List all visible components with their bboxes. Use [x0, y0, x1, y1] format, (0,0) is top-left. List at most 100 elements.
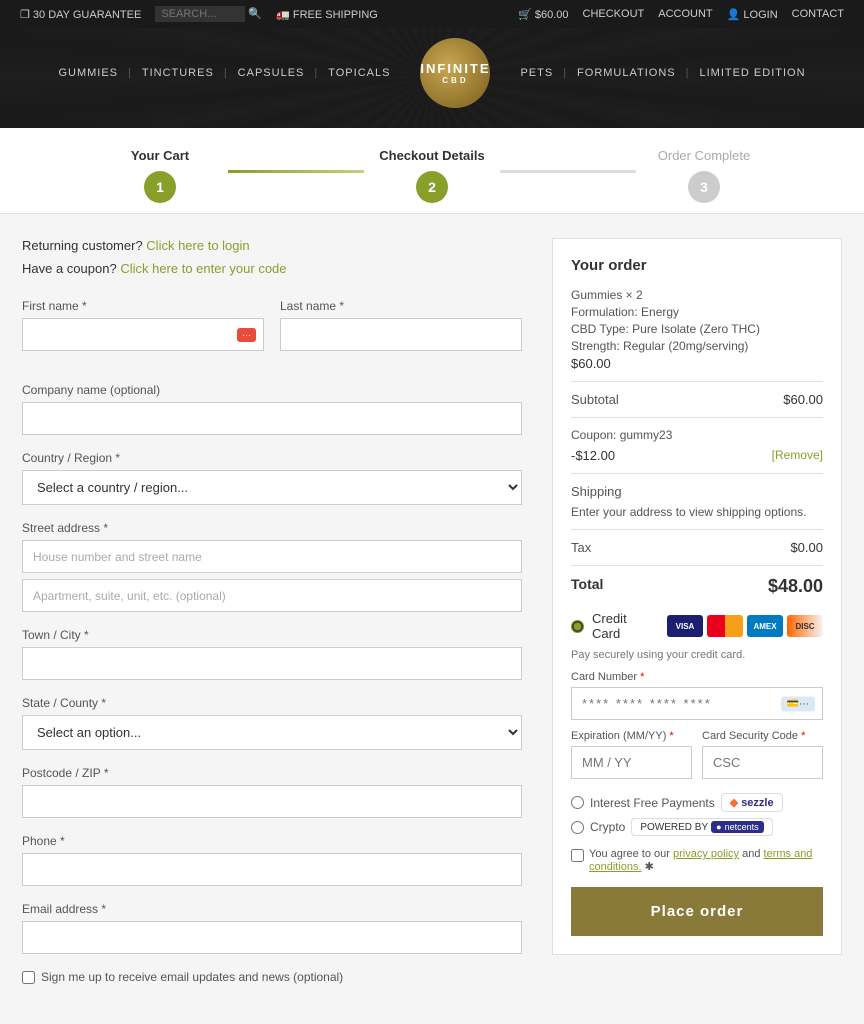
step-2: Checkout Details 2 [364, 148, 500, 203]
city-input[interactable] [22, 647, 522, 680]
expiry-input[interactable] [571, 746, 692, 779]
signup-checkbox[interactable] [22, 971, 35, 984]
login-link-form[interactable]: Click here to login [146, 238, 249, 253]
step-2-label: Checkout Details [379, 148, 484, 163]
coupon-link[interactable]: Click here to enter your code [120, 261, 286, 276]
top-bar-right: 🛒 $60.00 CHECKOUT ACCOUNT 👤 LOGIN CONTAC… [518, 8, 844, 21]
shipping-label: Shipping [571, 484, 622, 499]
discover-logo: DISC [787, 615, 823, 637]
privacy-link[interactable]: privacy policy [673, 848, 739, 860]
country-label: Country / Region * [22, 451, 522, 465]
coupon-code: Coupon: gummy23 [571, 428, 672, 442]
coupon-text: Have a coupon? Click here to enter your … [22, 261, 522, 276]
apt-input[interactable] [22, 579, 522, 612]
search-area[interactable]: 🔍 [155, 6, 262, 22]
checkout-form-col: Returning customer? Click here to login … [22, 238, 522, 984]
phone-group: Phone * [22, 834, 522, 886]
product-detail3: Strength: Regular (20mg/serving) [571, 339, 823, 353]
signup-label: Sign me up to receive email updates and … [41, 970, 343, 984]
sezzle-logo: ◆ sezzle [721, 793, 783, 812]
city-label: Town / City * [22, 628, 522, 642]
amex-logo: AMEX [747, 615, 783, 637]
csc-group: Card Security Code * [702, 730, 823, 779]
netcents-option: Crypto POWERED BY ● netcents [571, 818, 823, 836]
contact-link[interactable]: CONTACT [792, 8, 844, 20]
step-line-1 [228, 170, 364, 173]
mastercard-logo [707, 615, 743, 637]
phone-input[interactable] [22, 853, 522, 886]
logo-text-sub: CBD [442, 76, 468, 85]
street-group: Street address * [22, 521, 522, 612]
company-group: Company name (optional) [22, 383, 522, 435]
nav-formulations[interactable]: FORMULATIONS [567, 59, 686, 87]
terms-text: You agree to our privacy policy and term… [589, 848, 823, 873]
free-shipping-text: 🚛 FREE SHIPPING [276, 8, 378, 21]
step-1: Your Cart 1 [92, 148, 228, 203]
country-select[interactable]: Select a country / region... [22, 470, 522, 505]
email-group: Email address * [22, 902, 522, 954]
coupon-value: -$12.00 [571, 448, 615, 463]
shipping-label-row: Shipping [571, 484, 823, 499]
checkout-link[interactable]: CHECKOUT [583, 8, 645, 20]
step-2-circle: 2 [416, 171, 448, 203]
city-group: Town / City * [22, 628, 522, 680]
place-order-button[interactable]: Place order [571, 887, 823, 936]
steps-bar: Your Cart 1 Checkout Details 2 Order Com… [0, 128, 864, 214]
coupon-row: Coupon: gummy23 [571, 428, 823, 442]
first-name-icon-badge: ··· [237, 328, 256, 342]
sezzle-label: Interest Free Payments [590, 796, 715, 810]
card-number-label: Card Number * [571, 671, 823, 683]
street-label: Street address * [22, 521, 522, 535]
first-name-input[interactable] [22, 318, 264, 351]
sezzle-option: Interest Free Payments ◆ sezzle [571, 793, 823, 812]
logo-text-main: iNFiNiTE [420, 61, 490, 76]
street-input[interactable] [22, 540, 522, 573]
card-logos: VISA AMEX DISC [667, 615, 823, 637]
subtotal-row: Subtotal $60.00 [571, 392, 823, 407]
step-3-circle: 3 [688, 171, 720, 203]
expiry-group: Expiration (MM/YY) * [571, 730, 692, 779]
returning-customer-text: Returning customer? Click here to login [22, 238, 522, 253]
sezzle-radio[interactable] [571, 796, 584, 809]
csc-label: Card Security Code * [702, 730, 823, 742]
nav-tinctures[interactable]: TINCTURES [132, 59, 224, 87]
tax-value: $0.00 [790, 540, 823, 555]
country-group: Country / Region * Select a country / re… [22, 451, 522, 505]
steps-container: Your Cart 1 Checkout Details 2 Order Com… [92, 148, 772, 203]
expiry-csc-row: Expiration (MM/YY) * Card Security Code … [571, 730, 823, 779]
csc-required-star: * [801, 730, 805, 742]
crypto-radio[interactable] [571, 821, 584, 834]
credit-card-radio[interactable] [571, 620, 584, 633]
last-name-input[interactable] [280, 318, 522, 351]
top-bar-left: ❐ 30 DAY GUARANTEE 🔍 🚛 FREE SHIPPING [20, 6, 378, 22]
nav-capsules[interactable]: CAPSULES [228, 59, 315, 87]
product-detail2: CBD Type: Pure Isolate (Zero THC) [571, 322, 823, 336]
email-input[interactable] [22, 921, 522, 954]
top-bar: ❐ 30 DAY GUARANTEE 🔍 🚛 FREE SHIPPING 🛒 $… [0, 0, 864, 28]
product-detail1: Formulation: Energy [571, 305, 823, 319]
total-value: $48.00 [768, 576, 823, 597]
cart-link[interactable]: 🛒 $60.00 [518, 8, 568, 21]
remove-coupon-link[interactable]: [Remove] [772, 448, 823, 463]
visa-logo: VISA [667, 615, 703, 637]
nav-gummies[interactable]: GUMMIES [48, 59, 128, 87]
state-select[interactable]: Select an option... [22, 715, 522, 750]
state-label: State / County * [22, 696, 522, 710]
nav-wrapper: GUMMIES | TINCTURES | CAPSULES | TOPICAL… [0, 28, 864, 118]
postcode-input[interactable] [22, 785, 522, 818]
csc-input[interactable] [702, 746, 823, 779]
order-title: Your order [571, 257, 823, 274]
card-required-star: * [640, 671, 644, 683]
guarantee-text: ❐ 30 DAY GUARANTEE [20, 8, 141, 21]
login-link[interactable]: 👤 LOGIN [727, 8, 778, 21]
nav-pets[interactable]: PETS [510, 59, 563, 87]
search-input[interactable] [155, 6, 245, 22]
company-input[interactable] [22, 402, 522, 435]
terms-checkbox[interactable] [571, 849, 584, 862]
logo-area: iNFiNiTE CBD [400, 28, 510, 118]
netcents-icon: ● [716, 822, 721, 832]
nav-limited-edition[interactable]: LIMITED EDITION [689, 59, 815, 87]
nav-topicals[interactable]: TOPICALS [318, 59, 400, 87]
account-link[interactable]: ACCOUNT [658, 8, 712, 20]
secure-text: Pay securely using your credit card. [571, 649, 823, 661]
